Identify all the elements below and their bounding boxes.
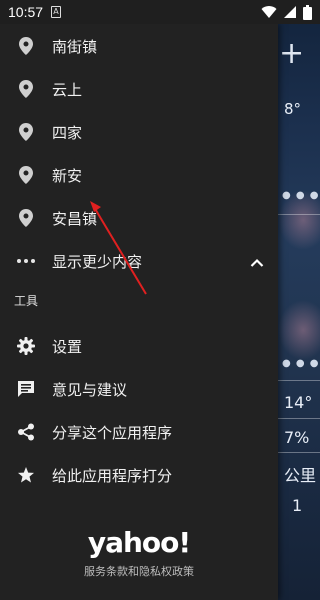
battery-icon	[303, 4, 312, 20]
signal-icon	[284, 6, 296, 18]
location-pin-icon	[16, 79, 36, 99]
location-label: 新安	[52, 166, 83, 185]
location-item-yunshang[interactable]: 云上	[0, 67, 278, 111]
location-item-anchang[interactable]: 安昌镇	[0, 196, 278, 240]
show-less-label: 显示更少内容	[52, 252, 143, 271]
background-dots: ● ● ●	[282, 358, 320, 369]
share-icon	[16, 422, 36, 442]
background-divider	[278, 214, 320, 215]
feedback-item[interactable]: 意见与建议	[0, 367, 278, 411]
settings-item[interactable]: 设置	[0, 324, 278, 368]
background-temp-2: 14°	[284, 393, 313, 412]
background-dots: ● ● ●	[282, 190, 320, 201]
background-humidity: 7%	[284, 428, 310, 447]
background-divider	[278, 452, 320, 453]
drawer-footer: yahoo! 服务条款和隐私权政策	[0, 526, 278, 579]
background-misc: 1	[292, 496, 303, 515]
navigation-drawer: 南街镇 云上 四家 新安 安昌镇 显示更少内容 工具 设置 意见与建议 分享这个…	[0, 24, 278, 600]
background-temp-1: 8°	[284, 100, 302, 118]
yahoo-logo: yahoo!	[87, 526, 191, 559]
status-bar: 10:57 A	[0, 0, 320, 24]
settings-label: 设置	[52, 337, 83, 356]
location-pin-icon	[16, 208, 36, 228]
share-item[interactable]: 分享这个应用程序	[0, 410, 278, 454]
rate-app-item[interactable]: 给此应用程序打分	[0, 453, 278, 497]
background-divider	[278, 418, 320, 419]
location-label: 南街镇	[52, 37, 98, 56]
location-item-xinan[interactable]: 新安	[0, 153, 278, 197]
feedback-icon	[16, 379, 36, 399]
gear-icon	[16, 336, 36, 356]
location-item-nanjie[interactable]: 南街镇	[0, 24, 278, 68]
background-divider	[278, 380, 320, 381]
chevron-up-icon[interactable]	[250, 252, 264, 271]
share-label: 分享这个应用程序	[52, 423, 173, 442]
location-label: 安昌镇	[52, 209, 98, 228]
status-time: 10:57	[8, 4, 44, 20]
location-pin-icon	[16, 36, 36, 56]
wifi-icon	[261, 6, 277, 19]
tools-section-title: 工具	[14, 294, 39, 308]
location-label: 四家	[52, 123, 83, 142]
star-icon	[16, 465, 36, 485]
background-distance: 公里	[284, 466, 317, 485]
rate-app-label: 给此应用程序打分	[52, 466, 173, 485]
status-icons	[261, 4, 312, 20]
feedback-label: 意见与建议	[52, 380, 128, 399]
a-box-icon: A	[51, 6, 62, 18]
add-location-plus[interactable]: +	[279, 36, 304, 71]
show-less-button[interactable]: 显示更少内容	[0, 239, 278, 283]
background-glow	[278, 300, 320, 360]
location-item-sijia[interactable]: 四家	[0, 110, 278, 154]
location-label: 云上	[52, 80, 83, 99]
location-pin-icon	[16, 165, 36, 185]
location-pin-icon	[16, 122, 36, 142]
terms-privacy-link[interactable]: 服务条款和隐私权政策	[0, 563, 278, 579]
more-dots-icon	[16, 251, 36, 271]
